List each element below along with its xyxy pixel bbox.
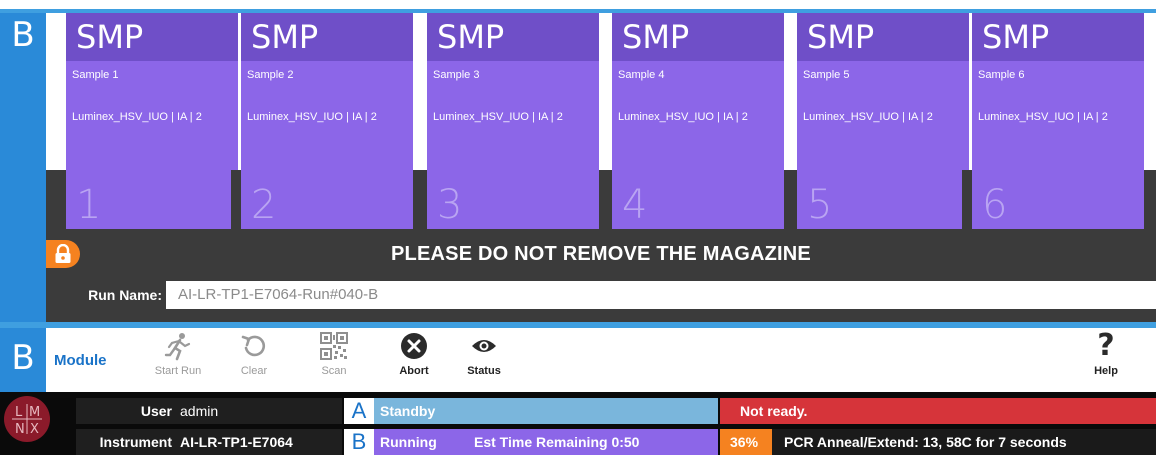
sample-assay: Luminex_HSV_IUO | IA | 2 — [72, 111, 202, 123]
magazine-warning-text: PLEASE DO NOT REMOVE THE MAGAZINE — [391, 243, 811, 265]
qr-code-icon — [320, 332, 348, 360]
sample-type: SMP — [807, 18, 875, 56]
module-b-step: PCR Anneal/Extend: 13, 58C for 7 seconds — [784, 434, 1067, 450]
run-name-label: Run Name: — [88, 287, 162, 303]
module-a-message: Not ready. — [740, 403, 808, 419]
toolbar-module-letter: B — [11, 338, 35, 378]
svg-text:N: N — [15, 422, 25, 437]
sample-name: Sample 5 — [803, 69, 850, 81]
clear-button[interactable]: Clear — [224, 330, 284, 390]
svg-text:L: L — [15, 405, 23, 420]
slot-number: 1 — [76, 182, 102, 228]
module-a-letter[interactable]: A — [344, 398, 374, 424]
slot-number: 3 — [437, 182, 463, 228]
help-button[interactable]: ? Help — [1076, 330, 1136, 390]
start-run-label: Start Run — [154, 365, 202, 377]
module-tab[interactable]: B — [0, 13, 46, 322]
slot-number: 5 — [807, 182, 833, 228]
sample-card[interactable]: SMP Sample 3 Luminex_HSV_IUO | IA | 2 3 — [427, 13, 599, 229]
sample-type: SMP — [76, 18, 144, 56]
module-letter: B — [11, 15, 35, 55]
user-label: User — [140, 403, 172, 419]
sample-assay: Luminex_HSV_IUO | IA | 2 — [247, 111, 377, 123]
luminex-logo: L M N X — [4, 396, 50, 442]
sample-name: Sample 6 — [978, 69, 1025, 81]
sample-type: SMP — [437, 18, 505, 56]
module-b-letter[interactable]: B — [344, 429, 374, 455]
clear-label: Clear — [240, 365, 268, 377]
scan-label: Scan — [321, 365, 347, 377]
sample-assay: Luminex_HSV_IUO | IA | 2 — [803, 111, 933, 123]
slot-divider — [602, 170, 610, 229]
sample-name: Sample 3 — [433, 69, 480, 81]
user-value: admin — [180, 403, 219, 419]
abort-button[interactable]: Abort — [384, 330, 444, 390]
close-circle-icon — [401, 333, 427, 359]
slot-number: 2 — [251, 182, 277, 228]
svg-text:M: M — [29, 405, 40, 420]
slot-divider — [962, 170, 970, 229]
module-b-state: Running — [380, 434, 437, 450]
refresh-icon — [241, 335, 266, 357]
slot-number: 4 — [622, 182, 648, 228]
slot-divider — [787, 170, 795, 229]
module-label: Module — [54, 352, 107, 369]
sample-name: Sample 1 — [72, 69, 119, 81]
module-b-progress-percent: 36% — [730, 434, 759, 450]
sample-type: SMP — [251, 18, 319, 56]
question-mark-icon: ? — [1097, 328, 1115, 363]
status-button[interactable]: Status — [454, 330, 514, 390]
help-label: Help — [1094, 365, 1118, 377]
sample-assay: Luminex_HSV_IUO | IA | 2 — [618, 111, 748, 123]
scan-button[interactable]: Scan — [304, 330, 364, 390]
eye-icon — [472, 340, 496, 352]
instrument-label: Instrument — [99, 434, 172, 450]
slot-number: 6 — [982, 182, 1008, 228]
run-name-value: AI-LR-TP1-E7064-Run#040-B — [178, 286, 379, 303]
sample-card[interactable]: SMP Sample 1 Luminex_HSV_IUO | IA | 2 1 — [66, 13, 238, 229]
slot-divider — [231, 170, 239, 229]
slot-divider — [417, 170, 425, 229]
sample-card[interactable]: SMP Sample 2 Luminex_HSV_IUO | IA | 2 2 — [241, 13, 413, 229]
toolbar-module-tab[interactable]: B — [0, 328, 46, 392]
sample-card[interactable]: SMP Sample 4 Luminex_HSV_IUO | IA | 2 4 — [612, 13, 784, 229]
module-a-state: Standby — [380, 403, 436, 419]
sample-type: SMP — [622, 18, 690, 56]
start-run-button[interactable]: Start Run — [148, 330, 208, 390]
status-label: Status — [467, 365, 501, 377]
instrument-value: AI-LR-TP1-E7064 — [180, 434, 293, 450]
sample-type: SMP — [982, 18, 1050, 56]
sample-name: Sample 2 — [247, 69, 294, 81]
sample-name: Sample 4 — [618, 69, 665, 81]
sample-card[interactable]: SMP Sample 6 Luminex_HSV_IUO | IA | 2 6 — [972, 13, 1144, 229]
runner-icon — [164, 333, 191, 361]
svg-text:X: X — [30, 422, 39, 437]
module-b-time-remaining: Est Time Remaining 0:50 — [474, 434, 640, 450]
sample-assay: Luminex_HSV_IUO | IA | 2 — [978, 111, 1108, 123]
abort-label: Abort — [399, 365, 429, 377]
slot-divider — [56, 170, 64, 229]
sample-card[interactable]: SMP Sample 5 Luminex_HSV_IUO | IA | 2 5 — [797, 13, 969, 229]
sample-assay: Luminex_HSV_IUO | IA | 2 — [433, 111, 563, 123]
logo-mark-icon: L M N X — [12, 404, 42, 437]
